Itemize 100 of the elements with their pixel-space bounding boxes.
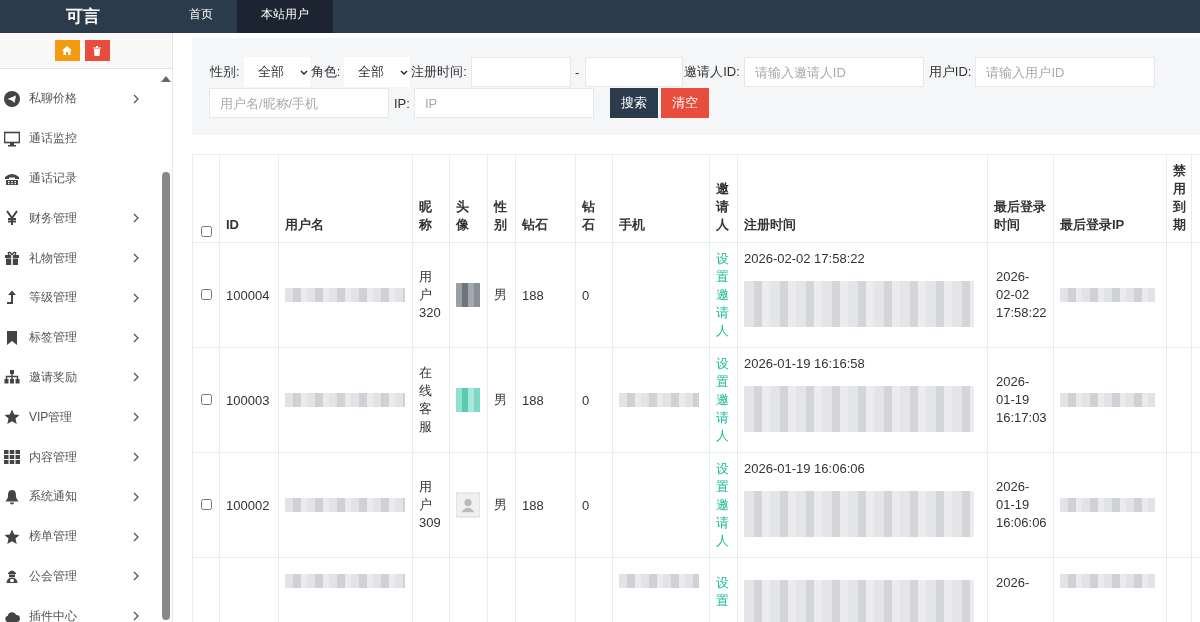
default-avatar-icon (456, 491, 480, 519)
table-cell: 188 (522, 497, 544, 513)
home-icon (62, 46, 72, 55)
menu-item[interactable]: 通话监控 (0, 118, 161, 159)
column-header: 注册时间 (744, 217, 796, 232)
monitor-icon (4, 130, 20, 147)
gender-select[interactable]: 全部 (243, 57, 310, 87)
gift-icon (4, 250, 20, 267)
home-button[interactable] (54, 40, 80, 61)
table-cell-text: 2026-01-19 16:06:06 (744, 461, 866, 477)
chevron-icon (133, 292, 139, 303)
reg-time-label: 注册时间: (411, 63, 467, 81)
column-header: 手机 (619, 217, 645, 232)
bookmark-icon (4, 329, 20, 346)
menu-item[interactable]: 公会管理 (0, 556, 161, 597)
table-cell-text: 用户320 (419, 268, 442, 322)
trash-icon (93, 45, 101, 56)
inviter-id-label: 邀请人ID: (684, 63, 740, 81)
menu-item[interactable]: 等级管理 (0, 278, 161, 318)
chevron-icon (133, 491, 139, 502)
table-cell: 2026-01-19 16:06:06 (996, 478, 1045, 532)
column-header: 钻石 (582, 199, 595, 232)
chevron-icon (133, 452, 139, 463)
table-cell: 2026-02-02 17:58:22 (996, 268, 1045, 322)
row-checkbox[interactable] (200, 498, 212, 510)
delete-button[interactable] (84, 40, 110, 61)
table-cell: 100003 (226, 392, 270, 408)
menu-item[interactable]: 邀请奖励 (0, 357, 161, 398)
yen-icon (4, 210, 20, 227)
row-checkbox[interactable] (200, 393, 212, 405)
role-select[interactable]: 全部 (344, 57, 411, 87)
nav-tab[interactable]: 首页 (165, 0, 237, 33)
table-cell: 188 (522, 287, 544, 303)
chevron-icon (133, 412, 139, 423)
inviter-id-field[interactable]: 请输入邀请人ID (743, 57, 924, 87)
table-cell: 0 (582, 392, 590, 408)
search-button[interactable]: 搜索 (609, 88, 658, 118)
column-header: 钻石 (522, 217, 548, 232)
star-icon (4, 409, 20, 426)
column-header: 用户名 (285, 217, 324, 232)
logo: 可言 (64, 6, 101, 28)
ip-label: IP: (394, 95, 410, 111)
star-icon (4, 528, 20, 545)
table-cell-text: 男 (494, 286, 508, 304)
sitemap-icon (4, 369, 20, 386)
menu-item[interactable]: 插件中心 (0, 596, 161, 622)
user-id-field[interactable]: 请输入用户ID (975, 57, 1156, 87)
table-cell-text: 在线客服 (419, 364, 433, 436)
menu-item[interactable]: 财务管理 (0, 198, 161, 239)
gender-label: 性别: (210, 63, 240, 81)
chevron-icon (133, 372, 139, 383)
plane-icon (4, 90, 20, 107)
table-cell-text: 2026-01-19 16:16:58 (744, 356, 866, 372)
chevron-icon (133, 571, 139, 582)
menu-item[interactable]: 礼物管理 (0, 238, 161, 278)
select-all-checkbox[interactable] (200, 226, 212, 237)
chevron-icon (133, 93, 139, 104)
column-header: 最后登录时间 (994, 199, 1046, 232)
menu-item[interactable]: 系统通知 (0, 476, 161, 517)
column-header: 头像 (456, 199, 469, 232)
menu-item[interactable]: VIP管理 (0, 397, 161, 438)
table-cell: 0 (582, 287, 590, 303)
menu-item[interactable]: 私聊价格 (0, 79, 161, 119)
clear-button[interactable]: 清空 (660, 88, 709, 118)
scroll-thumb[interactable] (162, 172, 170, 620)
chevron-icon (133, 611, 139, 622)
menu-item[interactable]: 内容管理 (0, 437, 161, 477)
column-header: 昵称 (419, 199, 432, 232)
table-cell: 0 (582, 497, 590, 513)
menu-item[interactable]: 标签管理 (0, 317, 161, 358)
table-cell-text: 男 (494, 496, 508, 514)
person-icon (4, 568, 20, 585)
column-header: 邀请人 (716, 181, 729, 232)
menu-item[interactable]: 榜单管理 (0, 516, 161, 557)
role-label: 角色: (310, 63, 341, 81)
grid-icon (4, 449, 20, 466)
dropdown-icon (400, 69, 409, 75)
table-cell: 188 (522, 392, 544, 408)
nav-tab[interactable]: 本站用户 (237, 0, 333, 33)
keyword-field[interactable]: 用户名/昵称/手机 (209, 88, 389, 118)
chevron-icon (133, 332, 139, 343)
ip-field[interactable]: IP (413, 88, 594, 118)
column-header: 最后登录IP (1060, 217, 1125, 232)
user-id-label: 用户ID: (928, 63, 972, 81)
chevron-icon (133, 253, 139, 264)
scroll-up-icon (161, 76, 171, 82)
bell-icon (4, 488, 20, 505)
table-cell: 100004 (226, 287, 270, 303)
table-cell: 2026-01-19 16:17:03 (996, 373, 1045, 427)
chevron-icon (133, 531, 139, 542)
range-separator: - (574, 64, 580, 80)
table-cell-text: 男 (494, 391, 508, 409)
dropdown-icon (299, 69, 308, 75)
column-header: 禁用到期 (1173, 163, 1186, 232)
end-date-field[interactable] (585, 57, 684, 87)
column-header: 性别 (494, 199, 507, 232)
table-cell-text: 用户309 (419, 478, 442, 532)
row-checkbox[interactable] (200, 288, 212, 300)
chevron-icon (133, 213, 139, 224)
menu-item[interactable]: 通话记录 (0, 158, 161, 199)
